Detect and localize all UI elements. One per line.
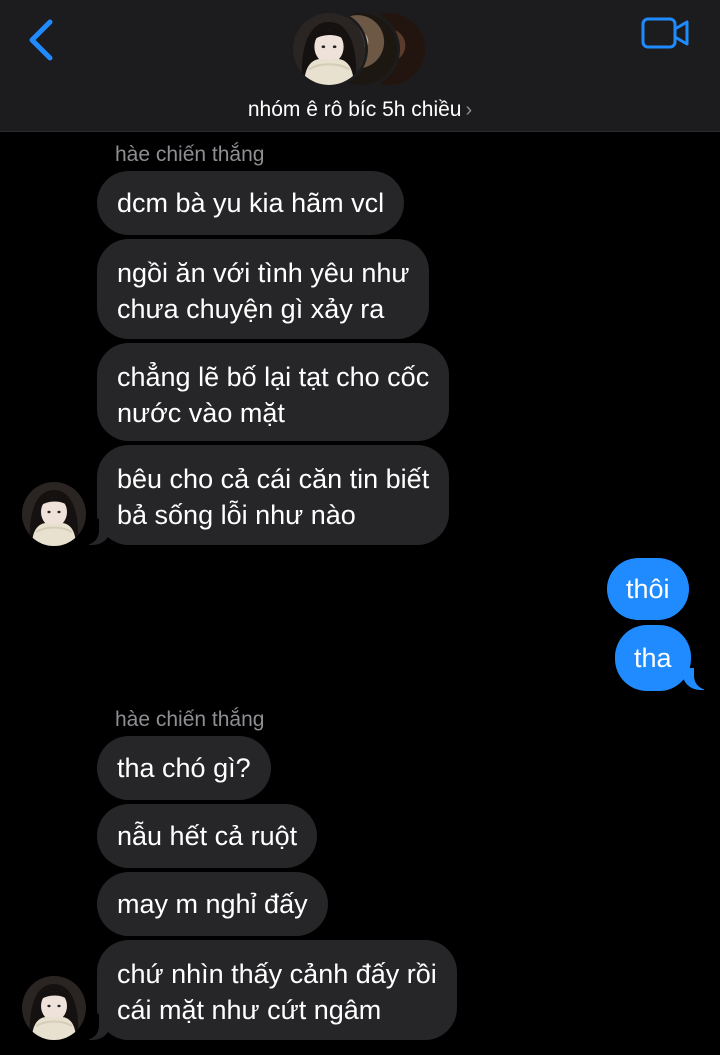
group-name: nhóm ê rô bíc 5h chiều [247, 98, 462, 121]
avatar[interactable] [22, 482, 86, 546]
chat-header: nhóm ê rô bíc 5h chiều › [0, 0, 720, 132]
message-bubble[interactable]: chẳng lẽ bố lại tạt cho cốc nước vào mặt [97, 343, 450, 441]
video-camera-icon [641, 17, 689, 49]
message-bubble-sent[interactable]: thôi [607, 558, 689, 620]
bubble-tail [77, 519, 111, 545]
avatar[interactable] [22, 976, 86, 1040]
sender-name: hàe chiến thắng [115, 143, 265, 166]
message-bubble[interactable]: nẫu hết cả ruột [97, 804, 318, 868]
bubble-tail [682, 664, 716, 690]
chevron-right-icon: › [465, 99, 473, 121]
video-call-button[interactable] [640, 14, 692, 54]
message-bubble[interactable]: chứ nhìn thấy cảnh đấy rồi cái mặt như c… [97, 940, 457, 1040]
back-button[interactable] [24, 16, 64, 64]
chevron-left-icon [29, 19, 53, 61]
message-bubble[interactable]: tha chó gì? [97, 736, 271, 800]
message-bubble[interactable]: bêu cho cả cái căn tin biết bả sống lỗi … [97, 445, 450, 545]
bubble-tail [77, 1014, 111, 1040]
sender-name: hàe chiến thắng [115, 708, 265, 731]
message-bubble[interactable]: ngồi ăn với tình yêu như chưa chuyện gì … [97, 239, 430, 339]
group-avatar-stack[interactable] [290, 10, 430, 90]
message-bubble[interactable]: may m nghỉ đấy [97, 872, 328, 936]
message-bubble-sent[interactable]: tha [615, 625, 691, 691]
member-avatar [290, 10, 368, 88]
message-bubble[interactable]: dcm bà yu kia hãm vcl [97, 171, 405, 235]
group-name-button[interactable]: nhóm ê rô bíc 5h chiều › [0, 98, 720, 122]
